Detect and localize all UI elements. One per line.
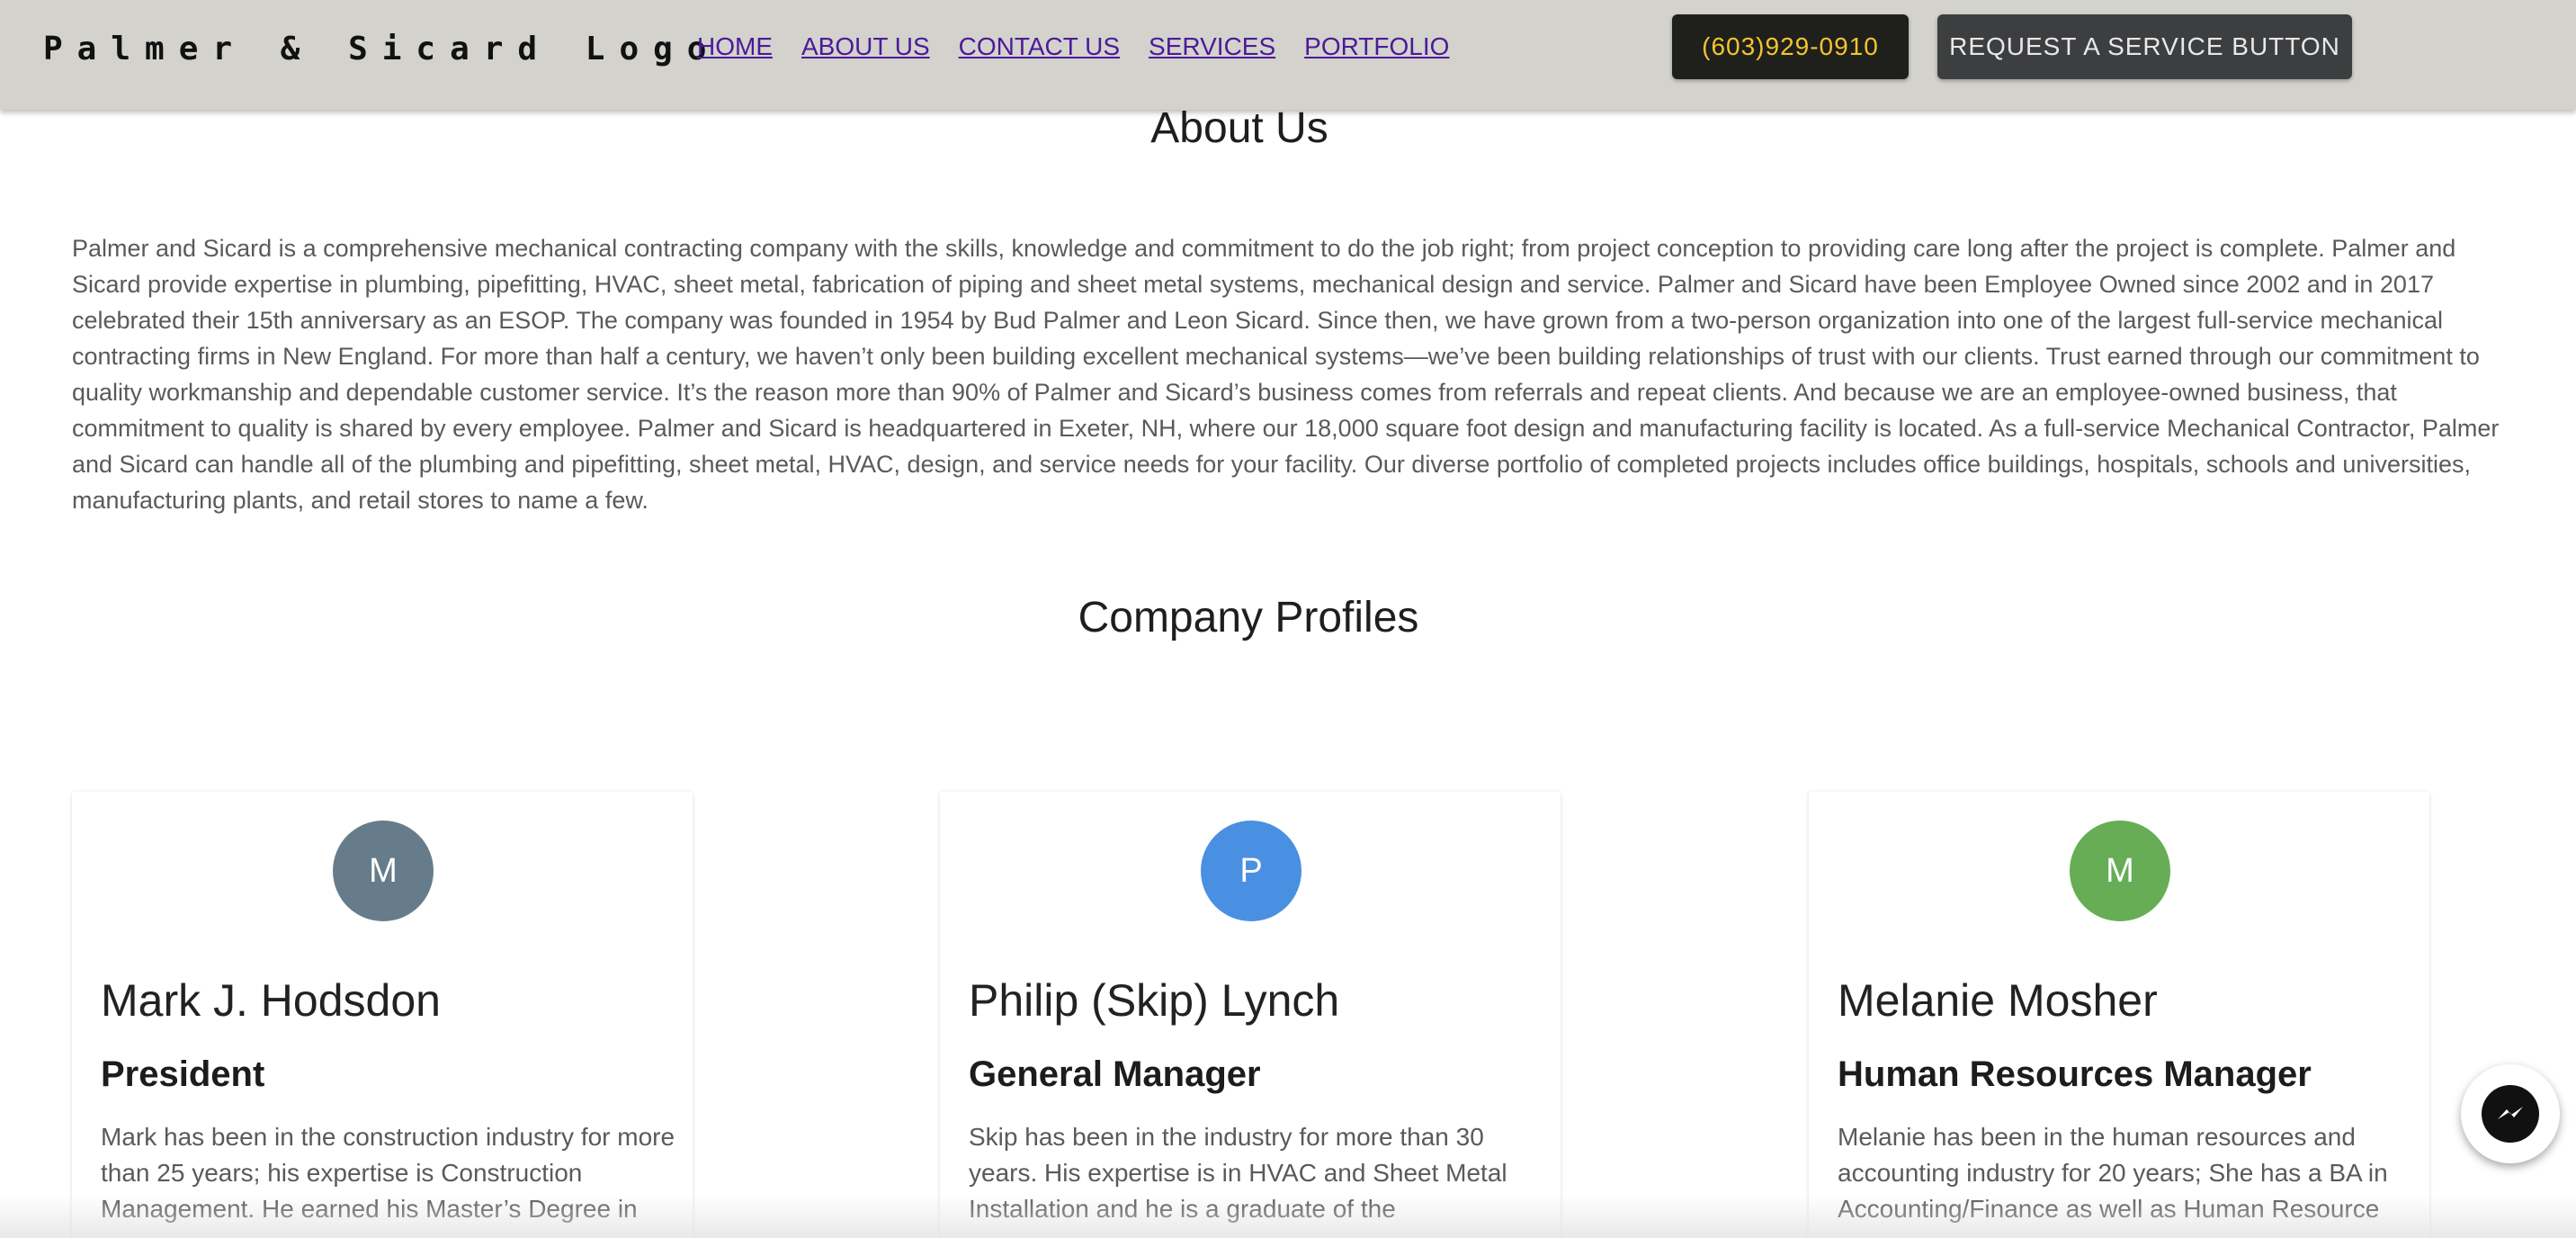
profile-bio: Mark has been in the construction indust…	[101, 1123, 675, 1223]
profile-name: Mark J. Hodsdon	[101, 975, 441, 1026]
about-text: Palmer and Sicard is a comprehensive mec…	[72, 235, 2500, 514]
profile-card: P Philip (Skip) Lynch General Manager Sk…	[940, 792, 1561, 1238]
profile-role: President	[101, 1054, 265, 1094]
profile-card: M Mark J. Hodsdon President Mark has bee…	[72, 792, 693, 1238]
messenger-chat-button[interactable]	[2461, 1064, 2560, 1163]
messenger-icon	[2482, 1085, 2539, 1143]
profile-name: Melanie Mosher	[1838, 975, 2158, 1026]
phone-button[interactable]: (603)929-0910	[1672, 14, 1909, 79]
profile-bio: Melanie has been in the human resources …	[1838, 1123, 2388, 1223]
profiles-title: Company Profiles	[1078, 594, 1419, 641]
profile-role: Human Resources Manager	[1838, 1054, 2312, 1094]
nav-link-contact-us[interactable]: CONTACT US	[959, 32, 1120, 61]
profile-card: M Melanie Mosher Human Resources Manager…	[1809, 792, 2429, 1238]
page: Palmer & Sicard Logo HOME ABOUT US CONTA…	[0, 0, 2576, 1238]
avatar: M	[2070, 821, 2170, 921]
nav-link-about-us[interactable]: ABOUT US	[801, 32, 930, 61]
site-logo[interactable]: Palmer & Sicard Logo	[43, 27, 720, 72]
nav-link-portfolio[interactable]: PORTFOLIO	[1304, 32, 1449, 61]
profile-name: Philip (Skip) Lynch	[969, 975, 1340, 1026]
avatar: M	[333, 821, 434, 921]
profile-bio: Skip has been in the industry for more t…	[969, 1123, 1507, 1223]
avatar: P	[1201, 821, 1301, 921]
nav-link-home[interactable]: HOME	[697, 32, 773, 61]
profile-role: General Manager	[969, 1054, 1261, 1094]
main-nav: HOME ABOUT US CONTACT US SERVICES PORTFO…	[697, 29, 1449, 65]
site-header: Palmer & Sicard Logo HOME ABOUT US CONTA…	[0, 0, 2576, 110]
nav-link-services[interactable]: SERVICES	[1149, 32, 1275, 61]
request-service-button[interactable]: REQUEST A SERVICE BUTTON	[1937, 14, 2352, 79]
